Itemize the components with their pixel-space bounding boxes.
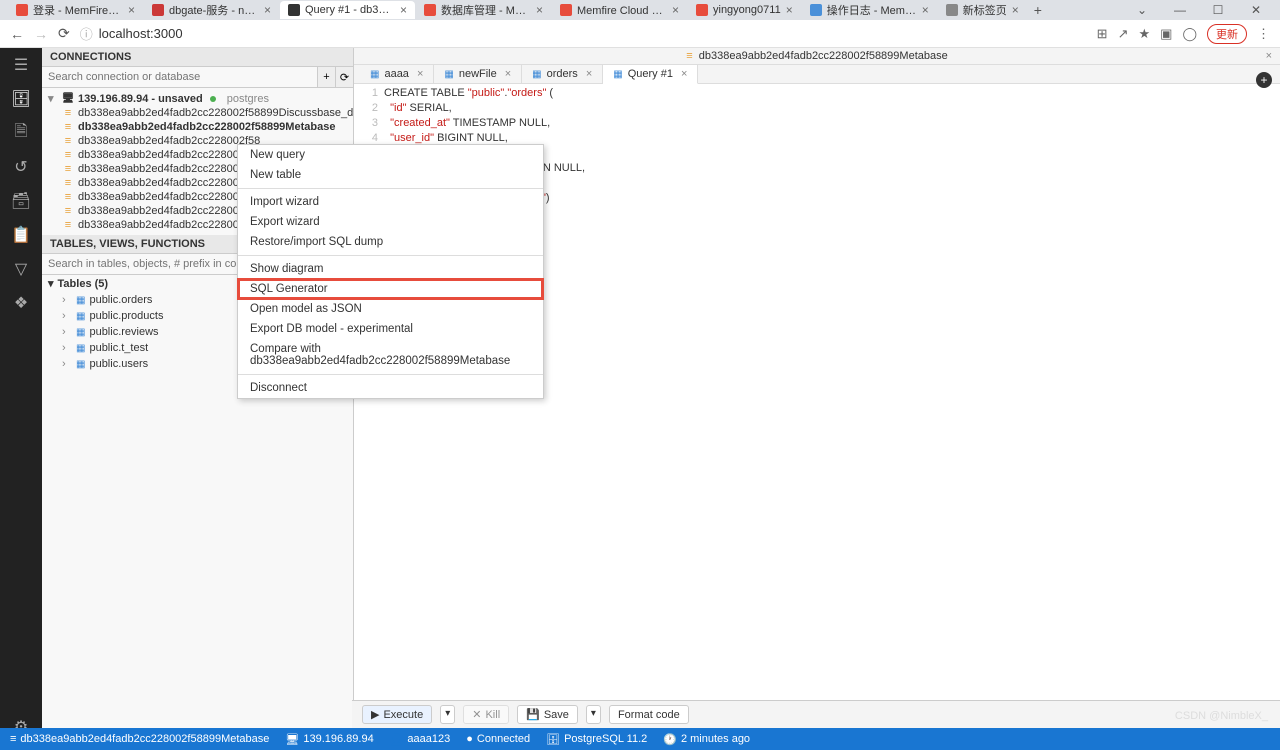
editor-toolbar: ▶ Execute ▾ ✕ Kill 💾 Save ▾ Format code [352, 700, 1280, 728]
kill-button[interactable]: ✕ Kill [463, 705, 509, 724]
watermark: CSDN @NimbleX_ [1175, 710, 1268, 722]
database-node[interactable]: db338ea9abb2ed4fadb2cc228002f58899Discus… [42, 106, 353, 120]
close-tab-icon[interactable]: × [681, 68, 687, 80]
status-bar: ≡ db338ea9abb2ed4fadb2cc228002f58899Meta… [0, 728, 1280, 750]
file-icon[interactable]: 🗎 [10, 122, 32, 144]
close-tab-icon[interactable]: × [128, 3, 135, 17]
update-button[interactable]: 更新 [1207, 24, 1247, 44]
close-tab-icon[interactable]: × [672, 3, 679, 17]
forward-button[interactable]: → [34, 26, 48, 42]
activity-rail: ☰ 🗄 🗎 ↺ 🗃 📋 ▽ ❖ ⚙ [0, 48, 42, 750]
close-tab-icon[interactable]: × [1012, 3, 1019, 17]
history-icon[interactable]: ↺ [10, 156, 32, 178]
search-connections-input[interactable] [42, 67, 317, 87]
context-menu: New queryNew table Import wizardExport wi… [237, 144, 544, 399]
browser-tab[interactable]: 新标签页× [938, 1, 1027, 19]
favicon-icon [810, 4, 822, 16]
favicon-icon [946, 4, 958, 16]
browser-tab-strip: 登录 - MemFireDB×dbgate-服务 - npm×Query #1 … [0, 0, 1280, 20]
menu-item[interactable]: Export wizard [238, 212, 543, 232]
browser-tab[interactable]: Memfire Cloud SQL编× [552, 1, 687, 19]
close-tab-icon[interactable]: × [922, 3, 929, 17]
panel-icon[interactable]: ▣ [1160, 26, 1172, 42]
editor-tabs: ▦aaaa×▦newFile×▦orders×▦Query #1× [354, 65, 1280, 84]
favicon-icon [16, 4, 28, 16]
favicon-icon [288, 4, 300, 16]
menu-icon[interactable]: ☰ [10, 54, 32, 76]
close-tab-icon[interactable]: × [786, 3, 793, 17]
execute-button[interactable]: ▶ Execute [362, 705, 432, 724]
menu-item[interactable]: Export DB model - experimental [238, 319, 543, 339]
translate-icon[interactable]: ⊞ [1097, 26, 1108, 42]
filter-icon[interactable]: ▽ [10, 258, 32, 280]
editor-tab[interactable]: ▦aaaa× [360, 65, 434, 83]
status-connection[interactable]: ● Connected [466, 733, 530, 745]
new-tab-button[interactable]: + [1028, 2, 1048, 18]
add-tab-button[interactable]: + [1256, 72, 1272, 88]
menu-item[interactable]: Compare with db338ea9abb2ed4fadb2cc22800… [238, 339, 543, 371]
close-editor-button[interactable]: × [1266, 50, 1272, 62]
menu-item[interactable]: SQL Generator [238, 279, 543, 299]
browser-tab[interactable]: 数据库管理 - MemFireD× [416, 1, 551, 19]
status-dot-icon [210, 96, 216, 102]
status-user[interactable]: 👤 aaaa123 [390, 733, 451, 746]
browser-tab[interactable]: Query #1 - db338ea9a× [280, 1, 415, 19]
bookmark-icon[interactable]: ★ [1138, 26, 1150, 42]
address-bar: ← → ⟳ ⓘ localhost:3000 ⊞ ↗ ★ ▣ ◯ 更新 ⋮ [0, 20, 1280, 48]
favicon-icon [560, 4, 572, 16]
menu-item[interactable]: New query [238, 145, 543, 165]
status-engine[interactable]: 🗄 PostgreSQL 11.2 [546, 733, 647, 746]
close-window-button[interactable]: ✕ [1240, 3, 1272, 17]
close-tab-icon[interactable]: × [505, 68, 511, 80]
browser-tab[interactable]: yingyong0711× [688, 1, 801, 19]
status-time[interactable]: 🕐 2 minutes ago [663, 733, 750, 746]
clipboard-icon[interactable]: 📋 [10, 224, 32, 246]
chevron-down-icon[interactable]: ⌄ [1126, 3, 1158, 17]
add-connection-button[interactable]: + [317, 67, 335, 87]
menu-item[interactable]: Show diagram [238, 259, 543, 279]
editor-tab[interactable]: ▦Query #1× [603, 65, 698, 84]
reload-button[interactable]: ⟳ [58, 25, 70, 42]
save-button[interactable]: 💾 Save [517, 705, 578, 724]
browser-tab[interactable]: dbgate-服务 - npm× [144, 1, 279, 19]
menu-item[interactable]: Open model as JSON [238, 299, 543, 319]
browser-tab[interactable]: 登录 - MemFireDB× [8, 1, 143, 19]
execute-dropdown[interactable]: ▾ [440, 705, 455, 724]
favicon-icon [696, 4, 708, 16]
share-icon[interactable]: ↗ [1118, 26, 1129, 42]
save-dropdown[interactable]: ▾ [586, 705, 601, 724]
server-node[interactable]: ▾ 139.196.89.94 - unsaved postgres [42, 91, 353, 106]
editor-tab[interactable]: ▦orders× [522, 65, 603, 83]
editor-title-bar: ≡ db338ea9abb2ed4fadb2cc228002f58899Meta… [354, 48, 1280, 65]
editor-tab[interactable]: ▦newFile× [434, 65, 522, 83]
minimize-button[interactable]: — [1164, 3, 1196, 17]
database-icon[interactable]: 🗄 [10, 88, 32, 110]
menu-item[interactable]: Import wizard [238, 192, 543, 212]
close-tab-icon[interactable]: × [536, 3, 543, 17]
close-tab-icon[interactable]: × [400, 3, 407, 17]
status-host[interactable]: 🖥 139.196.89.94 [285, 733, 373, 746]
status-db[interactable]: ≡ db338ea9abb2ed4fadb2cc228002f58899Meta… [10, 733, 269, 745]
maximize-button[interactable]: ☐ [1202, 3, 1234, 17]
close-tab-icon[interactable]: × [417, 68, 423, 80]
format-button[interactable]: Format code [609, 705, 689, 724]
close-tab-icon[interactable]: × [264, 3, 271, 17]
layers-icon[interactable]: ❖ [10, 292, 32, 314]
url-field[interactable]: ⓘ localhost:3000 [80, 24, 183, 43]
favicon-icon [152, 4, 164, 16]
back-button[interactable]: ← [10, 26, 24, 42]
refresh-connections-button[interactable]: ⟳ [335, 67, 353, 87]
favicon-icon [424, 4, 436, 16]
close-tab-icon[interactable]: × [586, 68, 592, 80]
menu-icon[interactable]: ⋮ [1257, 26, 1270, 42]
browser-tab[interactable]: 操作日志 - MemFireDB× [802, 1, 937, 19]
menu-item[interactable]: Restore/import SQL dump [238, 232, 543, 252]
connections-header: CONNECTIONS [42, 48, 353, 67]
profile-icon[interactable]: ◯ [1182, 26, 1197, 42]
menu-item[interactable]: Disconnect [238, 378, 543, 398]
archive-icon[interactable]: 🗃 [10, 190, 32, 212]
database-node[interactable]: db338ea9abb2ed4fadb2cc228002f58899Metaba… [42, 120, 353, 134]
database-icon: ≡ [686, 50, 692, 62]
menu-item[interactable]: New table [238, 165, 543, 185]
